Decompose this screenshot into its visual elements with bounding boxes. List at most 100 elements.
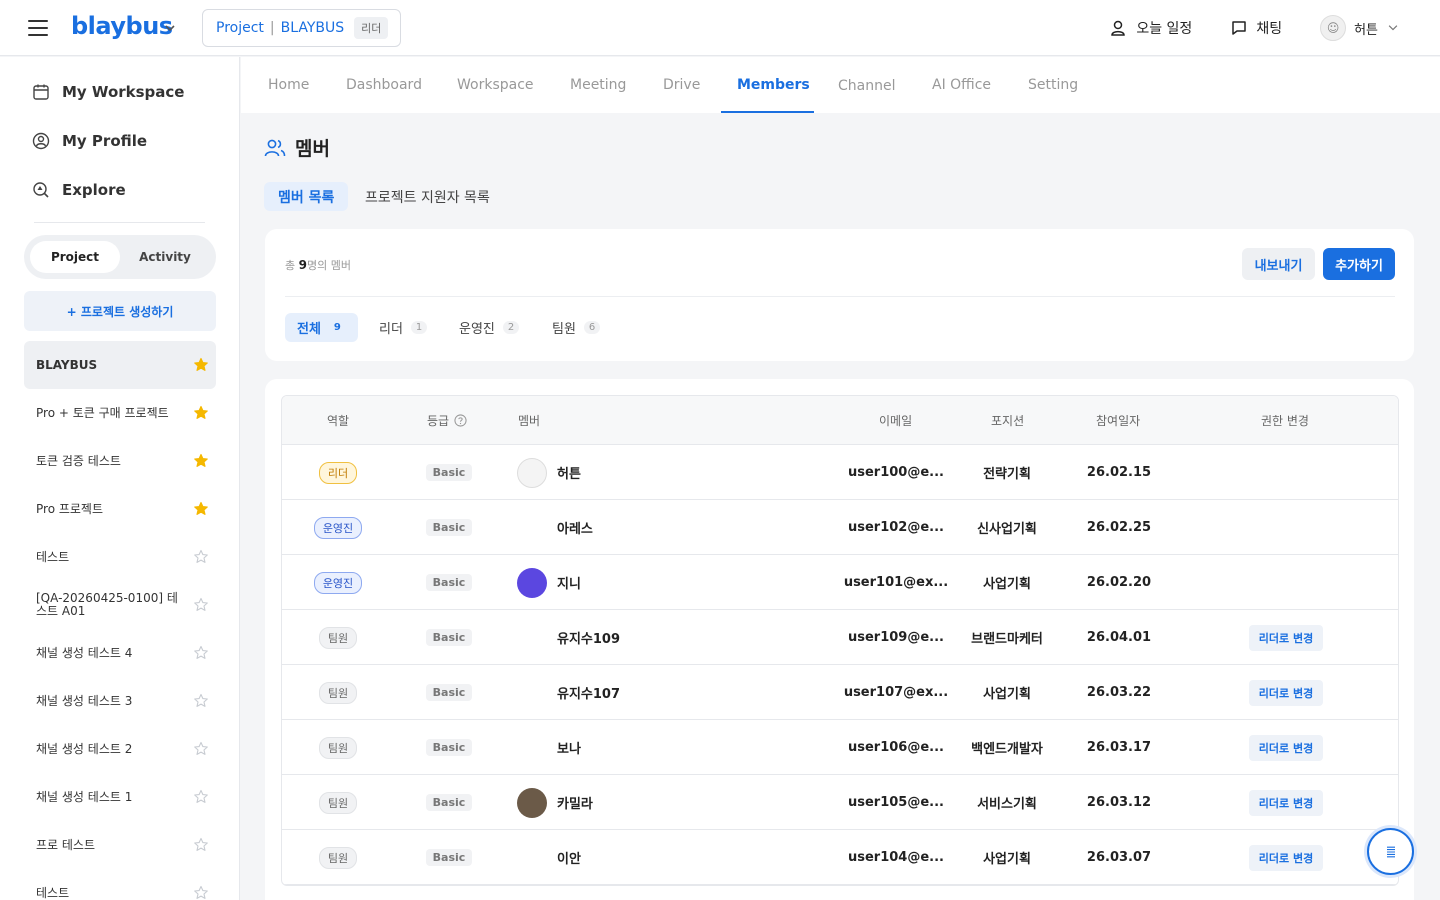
sidebar-item-my-profile[interactable]: My Profile [32,132,147,150]
member-name: 지니 [557,577,581,592]
project-list-item[interactable]: 채널 생성 테스트 1 [24,773,216,821]
column-header-grade: 등급 [427,396,467,445]
star-icon[interactable] [193,453,209,469]
star-icon[interactable] [193,837,209,853]
hamburger-menu-icon[interactable] [26,18,50,38]
change-to-leader-button[interactable]: 리더로 변경 [1248,844,1324,871]
grade-cell: Basic [394,610,504,665]
chat-button[interactable]: 채팅 [1230,18,1282,38]
project-list-item[interactable]: 토큰 검증 테스트 [24,437,216,485]
project-list-item[interactable]: 채널 생성 테스트 2 [24,725,216,773]
star-icon[interactable] [193,501,209,517]
main-tabs: Home Dashboard Workspace Meeting Drive M… [241,57,1440,113]
project-list-item[interactable]: Pro + 토큰 구매 프로젝트 [24,389,216,437]
star-icon[interactable] [193,789,209,805]
project-list-item[interactable]: 테스트 [24,533,216,581]
filter-all[interactable]: 전체 9 [285,313,358,342]
date-cell: 26.02.25 [1067,500,1171,555]
star-icon[interactable] [193,885,209,900]
table-row[interactable]: 팀원 Basic 유지수109 user109@e... 브랜드마케터 26.04.01 리… [282,610,1398,665]
members-icon [264,139,286,156]
help-icon[interactable] [454,414,467,427]
table-row[interactable]: 팀원 Basic 보나 user106@e... 백엔드개발자 26.03.17 리더로 변… [282,720,1398,775]
brand-logo[interactable]: blaybus [71,12,173,40]
filter-member[interactable]: 팀원 6 [540,313,612,342]
filter-label: 전체 [297,322,321,337]
project-list-item[interactable]: BLAYBUS [24,341,216,389]
project-list-item[interactable]: 테스트 [24,869,216,900]
filter-ops[interactable]: 운영진 2 [447,313,531,342]
change-to-leader-button[interactable]: 리더로 변경 [1248,679,1324,706]
member-name: 카밀라 [557,797,593,812]
export-button[interactable]: 내보내기 [1242,248,1315,280]
today-schedule-button[interactable]: 오늘 일정 [1110,18,1192,38]
active-tab-indicator [721,111,814,113]
member-summary-card: 총 9명의 멤버 내보내기 추가하기 전체 9 리더 1 운영진 2 팀원 6 [265,229,1414,361]
project-list-item[interactable]: 채널 생성 테스트 4 [24,629,216,677]
member-email: user107@ex... [843,685,949,700]
grade-badge: Basic [425,519,473,536]
tab-workspace[interactable]: Workspace [457,57,534,113]
tab-home[interactable]: Home [268,57,309,113]
floating-menu-button[interactable] [1367,828,1414,875]
change-to-leader-button[interactable]: 리더로 변경 [1248,789,1324,816]
tab-channel[interactable]: Channel [838,58,895,114]
position-cell: 사업기획 [955,830,1059,885]
sidebar-item-explore[interactable]: Explore [32,181,126,199]
create-project-button[interactable]: + 프로젝트 생성하기 [24,291,216,331]
star-icon[interactable] [193,357,209,373]
tab-meeting[interactable]: Meeting [570,57,626,113]
separator: | [269,20,275,36]
grade-badge: Basic [425,794,473,811]
filter-label: 운영진 [459,322,495,337]
sidebar-item-label: Explore [62,181,126,199]
email-cell: user104@e... [837,830,955,885]
project-name: BLAYBUS [36,357,98,372]
table-row[interactable]: 리더 Basic 허튼 user100@e... 전략기획 26.02.15 [282,445,1398,500]
table-row[interactable]: 운영진 Basic 지니 user101@ex... 사업기획 26.02.20 [282,555,1398,610]
grade-cell: Basic [394,775,504,830]
project-selector[interactable]: Project | BLAYBUS 리더 [202,9,401,47]
tab-drive[interactable]: Drive [663,57,700,113]
member-position: 사업기획 [983,687,1031,702]
table-row[interactable]: 팀원 Basic 카밀라 user105@e... 서비스기획 26.03.12 리더로 변… [282,775,1398,830]
change-to-leader-button[interactable]: 리더로 변경 [1248,734,1324,761]
sidebar-item-my-workspace[interactable]: My Workspace [32,83,184,101]
filter-leader[interactable]: 리더 1 [367,313,439,342]
grade-badge: Basic [425,464,473,481]
add-member-button[interactable]: 추가하기 [1323,248,1395,280]
divider [34,222,205,223]
subtab-applicant-list[interactable]: 프로젝트 지원자 목록 [351,182,504,211]
grade-cell: Basic [394,500,504,555]
tab-ai-office[interactable]: AI Office [932,57,991,113]
subtab-member-list[interactable]: 멤버 목록 [264,182,349,211]
star-icon[interactable] [193,693,209,709]
segment-project[interactable]: Project [30,241,120,273]
tab-members[interactable]: Members [737,57,810,113]
member-cell: 아레스 [517,500,593,555]
table-row[interactable]: 운영진 Basic 아레스 user102@e... 신사업기획 26.02.25 [282,500,1398,555]
segment-activity[interactable]: Activity [120,241,210,273]
project-list-item[interactable]: [QA-20260425-0100] 테스트 A01 [24,581,216,629]
project-list-item[interactable]: Pro 프로젝트 [24,485,216,533]
project-list-item[interactable]: 채널 생성 테스트 3 [24,677,216,725]
star-icon[interactable] [193,549,209,565]
tab-setting[interactable]: Setting [1028,57,1078,113]
user-menu[interactable]: ☺ 허튼 [1320,15,1400,41]
table-row[interactable]: 팀원 Basic 이안 user104@e... 사업기획 26.03.07 리더로 변경 [282,830,1398,885]
grade-cell: Basic [394,445,504,500]
tab-dashboard[interactable]: Dashboard [346,57,422,113]
role-cell: 팀원 [282,720,394,775]
role-cell: 운영진 [282,500,394,555]
chevron-down-icon[interactable] [163,21,177,35]
table-row[interactable]: 팀원 Basic 유지수107 user107@ex... 사업기획 26.03.22 리더… [282,665,1398,720]
star-icon[interactable] [193,741,209,757]
star-icon[interactable] [193,597,209,613]
email-cell: user106@e... [837,720,955,775]
change-to-leader-button[interactable]: 리더로 변경 [1248,624,1324,651]
project-list-item[interactable]: 프로 테스트 [24,821,216,869]
star-icon[interactable] [193,645,209,661]
star-icon[interactable] [193,405,209,421]
page-title-text: 멤버 [295,138,330,160]
filter-label: 리더 [379,322,403,337]
